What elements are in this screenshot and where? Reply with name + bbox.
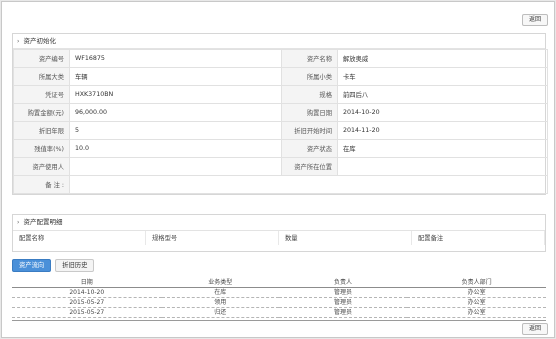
table-cell: 2015-05-27 [12, 307, 162, 318]
field-label: 购置日期 [281, 103, 338, 122]
chevron-right-icon: › [17, 38, 20, 45]
table-cell: 办公室 [407, 287, 546, 298]
config-col-name: 配置名称 [13, 231, 146, 245]
field-label: 所属小类 [281, 67, 338, 86]
field-value: 5 [69, 121, 282, 140]
form-row: 资产编号 WF16875 资产名称 解放奥威 [13, 49, 548, 68]
form-row: 资产使用人 资产所在位置 [13, 157, 548, 176]
table-row[interactable]: 2015-05-27 领用 管理员 办公室 [12, 297, 546, 308]
form-row: 购置金额(元) 96,000.00 购置日期 2014-10-20 [13, 103, 548, 122]
back-button-bottom[interactable]: 返回 [522, 323, 549, 335]
table-cell: 办公室 [407, 307, 546, 318]
config-table-header: 配置名称 规格型号 数量 配置备注 [13, 230, 545, 245]
col-owner-dept[interactable]: 负责人部门 [407, 279, 546, 288]
asset-config-section: › 资产配置明细 配置名称 规格型号 数量 配置备注 [12, 214, 546, 252]
form-row: 凭证号 HXK3710BN 规格 前四后八 [13, 85, 548, 104]
field-value: 在库 [337, 139, 548, 158]
chevron-right-icon: › [17, 219, 20, 226]
field-label: 规格 [281, 85, 338, 104]
table-cell: 管理员 [278, 287, 408, 298]
field-value: 96,000.00 [69, 103, 282, 122]
field-label: 购置金额(元) [13, 103, 70, 122]
field-label: 折旧年限 [13, 121, 70, 140]
field-value: 10.0 [69, 139, 282, 158]
back-button-top[interactable]: 返回 [522, 14, 549, 26]
config-col-remark: 配置备注 [412, 231, 545, 245]
tab-asset-flow[interactable]: 资产流向 [12, 259, 52, 272]
field-label: 凭证号 [13, 85, 70, 104]
table-row[interactable]: 2015-05-27 归还 管理员 办公室 [12, 307, 546, 318]
table-cell: 领用 [161, 297, 279, 308]
field-value: 2014-10-20 [337, 103, 548, 122]
tab-depreciation-history[interactable]: 折旧历史 [55, 259, 95, 272]
grid-bottom-border [12, 320, 546, 321]
field-value [69, 157, 282, 176]
field-value: 卡车 [337, 67, 548, 86]
note-value [69, 175, 548, 194]
asset-init-title: › 资产初始化 [13, 34, 545, 49]
note-label: 备 注 : [13, 175, 70, 194]
field-label: 残值率(%) [13, 139, 70, 158]
form-row: 折旧年限 5 折旧开始时间 2014-11-20 [13, 121, 548, 140]
col-business-type[interactable]: 业务类型 [161, 279, 279, 288]
config-col-qty: 数量 [279, 231, 412, 245]
table-cell: 归还 [161, 307, 279, 318]
field-label: 资产所在位置 [281, 157, 338, 176]
asset-init-section: › 资产初始化 资产编号 WF16875 资产名称 解放奥威 所属大类 车辆 所属小类 卡车凭… [12, 33, 548, 195]
table-cell: 管理员 [278, 307, 408, 318]
field-label: 资产使用人 [13, 157, 70, 176]
history-tabs: 资产流向 折旧历史 [12, 259, 95, 272]
field-label: 所属大类 [13, 67, 70, 86]
table-row[interactable]: 2014-10-20 在库 管理员 办公室 [12, 287, 546, 298]
table-cell: 在库 [161, 287, 279, 298]
field-value: WF16875 [69, 49, 282, 68]
asset-init-title-text: 资产初始化 [23, 37, 56, 45]
table-cell: 2015-05-27 [12, 297, 162, 308]
table-cell: 2014-10-20 [12, 287, 162, 298]
table-cell: 办公室 [407, 297, 546, 308]
page-frame: 返回 › 资产初始化 资产编号 WF16875 资产名称 解放奥威 所属大类 车辆 所属小类… [1, 1, 555, 338]
col-owner[interactable]: 负责人 [278, 279, 408, 288]
field-label: 资产状态 [281, 139, 338, 158]
config-col-model: 规格型号 [146, 231, 279, 245]
field-value: 前四后八 [337, 85, 548, 104]
note-row: 备 注 : [13, 175, 548, 194]
field-label: 资产名称 [281, 49, 338, 68]
field-value: 解放奥威 [337, 49, 548, 68]
field-value: HXK3710BN [69, 85, 282, 104]
field-label: 资产编号 [13, 49, 70, 68]
asset-flow-grid: 日期 业务类型 负责人 负责人部门 2014-10-20 在库 管理员 办公室 2015… [12, 279, 546, 318]
field-value: 车辆 [69, 67, 282, 86]
asset-config-title-text: 资产配置明细 [23, 218, 63, 226]
form-row: 所属大类 车辆 所属小类 卡车 [13, 67, 548, 86]
field-value [337, 157, 548, 176]
field-value: 2014-11-20 [337, 121, 548, 140]
asset-config-title: › 资产配置明细 [13, 215, 545, 230]
field-label: 折旧开始时间 [281, 121, 338, 140]
form-row: 残值率(%) 10.0 资产状态 在库 [13, 139, 548, 158]
col-date[interactable]: 日期 [12, 279, 162, 288]
asset-init-form: 资产编号 WF16875 资产名称 解放奥威 所属大类 车辆 所属小类 卡车 凭证号 HXK371… [13, 49, 548, 194]
table-cell: 管理员 [278, 297, 408, 308]
